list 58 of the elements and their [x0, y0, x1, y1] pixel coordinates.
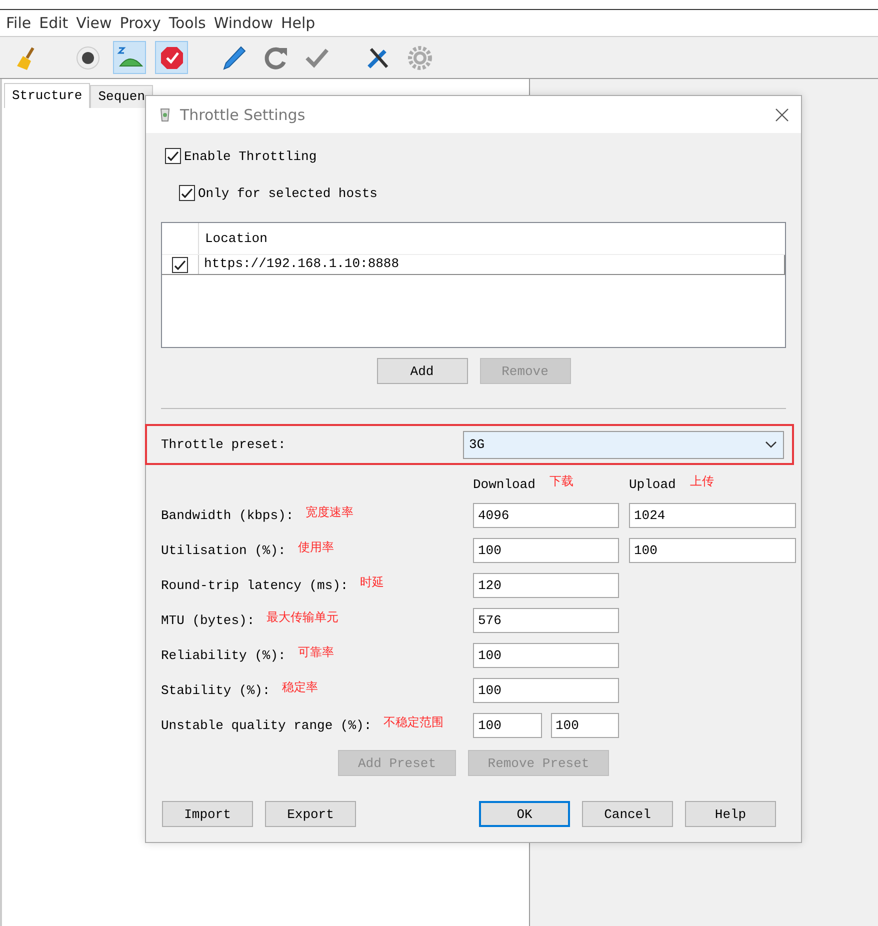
column-header: Download	[473, 476, 536, 492]
record-icon	[74, 44, 102, 72]
input-field[interactable]: 576	[473, 608, 619, 633]
column-header: Upload	[629, 476, 676, 492]
chevron-icon	[765, 440, 777, 448]
menu-item[interactable]: View	[74, 14, 118, 32]
dialog-title: Throttle Settings	[180, 106, 306, 124]
menu-item[interactable]: Tools	[166, 14, 212, 32]
annotation-note: 时延	[360, 574, 384, 591]
annotation-note: 使用率	[298, 539, 334, 556]
input-field[interactable]: 100	[473, 678, 619, 703]
field-label: Reliability (%):	[161, 648, 286, 663]
input-field[interactable]: 100	[550, 713, 619, 738]
annotation-note: 上传	[690, 472, 714, 490]
annotation-note: 下载	[549, 472, 574, 490]
checkbox-label: Only for selected hosts	[198, 186, 378, 200]
field-label: Stability (%):	[161, 683, 270, 698]
input-field[interactable]: 100	[473, 538, 619, 563]
action-button[interactable]: Import	[162, 801, 253, 827]
checkbox-label: Enable Throttling	[184, 148, 317, 164]
menu-item[interactable]: Window	[212, 14, 279, 32]
action-button[interactable]: Help	[685, 801, 776, 827]
annotation-note: 不稳定范围	[384, 714, 444, 731]
input-field[interactable]: 4096	[473, 503, 619, 528]
preset-dropdown[interactable]: 3G	[463, 430, 784, 458]
jug-icon	[158, 106, 172, 122]
action-button[interactable]: OK	[479, 801, 570, 827]
gear-icon	[406, 44, 434, 72]
input-field[interactable]: 1024	[629, 503, 796, 528]
tab[interactable]: Sequen	[90, 85, 154, 108]
tab[interactable]: Structure	[4, 83, 90, 108]
annotation-note: 可靠率	[298, 644, 334, 661]
action-button[interactable]: Cancel	[582, 801, 673, 827]
field-label: Bandwidth (kbps):	[161, 508, 294, 523]
field-label: MTU (bytes):	[161, 613, 255, 628]
field-label: Round-trip latency (ms):	[161, 578, 348, 593]
close-icon[interactable]	[775, 108, 789, 122]
input-field[interactable]: 100	[473, 643, 619, 668]
column-header: Location	[204, 230, 268, 248]
field-label: Unstable quality range (%):	[161, 718, 372, 733]
field-label: Utilisation (%):	[161, 543, 286, 558]
annotation-note: 稳定率	[282, 679, 318, 696]
input-field[interactable]: 100	[473, 713, 542, 738]
field-label: Throttle preset:	[161, 437, 286, 452]
input-field[interactable]: 120	[473, 573, 619, 598]
menu-item[interactable]: Edit	[37, 14, 74, 32]
table-cell-text: https://192.168.1.10:8888	[203, 255, 400, 273]
menu-item[interactable]: Help	[278, 14, 322, 32]
annotation-note: 最大传输单元	[266, 609, 339, 626]
annotation-note: 宽度速率	[306, 504, 354, 521]
checkbox[interactable]	[172, 256, 188, 272]
menu-item[interactable]: Proxy	[118, 14, 167, 32]
action-button[interactable]: Add	[376, 358, 468, 384]
menu-item[interactable]: File	[4, 14, 38, 32]
checkbox[interactable]	[179, 185, 195, 201]
input-field[interactable]: 100	[629, 538, 796, 563]
checkbox[interactable]	[165, 148, 181, 164]
action-button[interactable]: Export	[265, 801, 356, 827]
